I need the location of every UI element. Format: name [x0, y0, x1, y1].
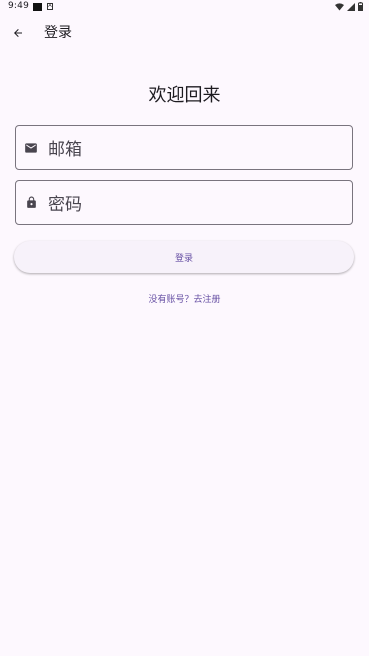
battery-icon: [358, 2, 363, 11]
notification-square-icon: [33, 3, 42, 11]
status-time: 9:49: [8, 1, 30, 11]
page-title: 登录: [44, 25, 72, 41]
back-button[interactable]: [8, 23, 28, 43]
status-bar: 9:49 A: [0, 0, 369, 14]
welcome-heading: 欢迎回来: [148, 85, 221, 106]
password-field[interactable]: 密码: [15, 180, 353, 225]
signal-icon: [347, 2, 355, 11]
notification-a-icon: A: [47, 3, 53, 10]
wifi-icon: [335, 2, 344, 10]
register-link[interactable]: 没有账号？去注册: [0, 292, 369, 305]
app-bar: 登录: [0, 18, 369, 48]
mail-icon: [23, 140, 39, 156]
status-icons: [335, 2, 363, 11]
email-field[interactable]: 邮箱: [15, 125, 353, 170]
login-button[interactable]: 登录: [14, 241, 354, 273]
arrow-back-icon: [14, 29, 22, 37]
lock-icon: [23, 195, 39, 211]
email-placeholder: 邮箱: [48, 140, 82, 160]
password-placeholder: 密码: [48, 195, 82, 215]
